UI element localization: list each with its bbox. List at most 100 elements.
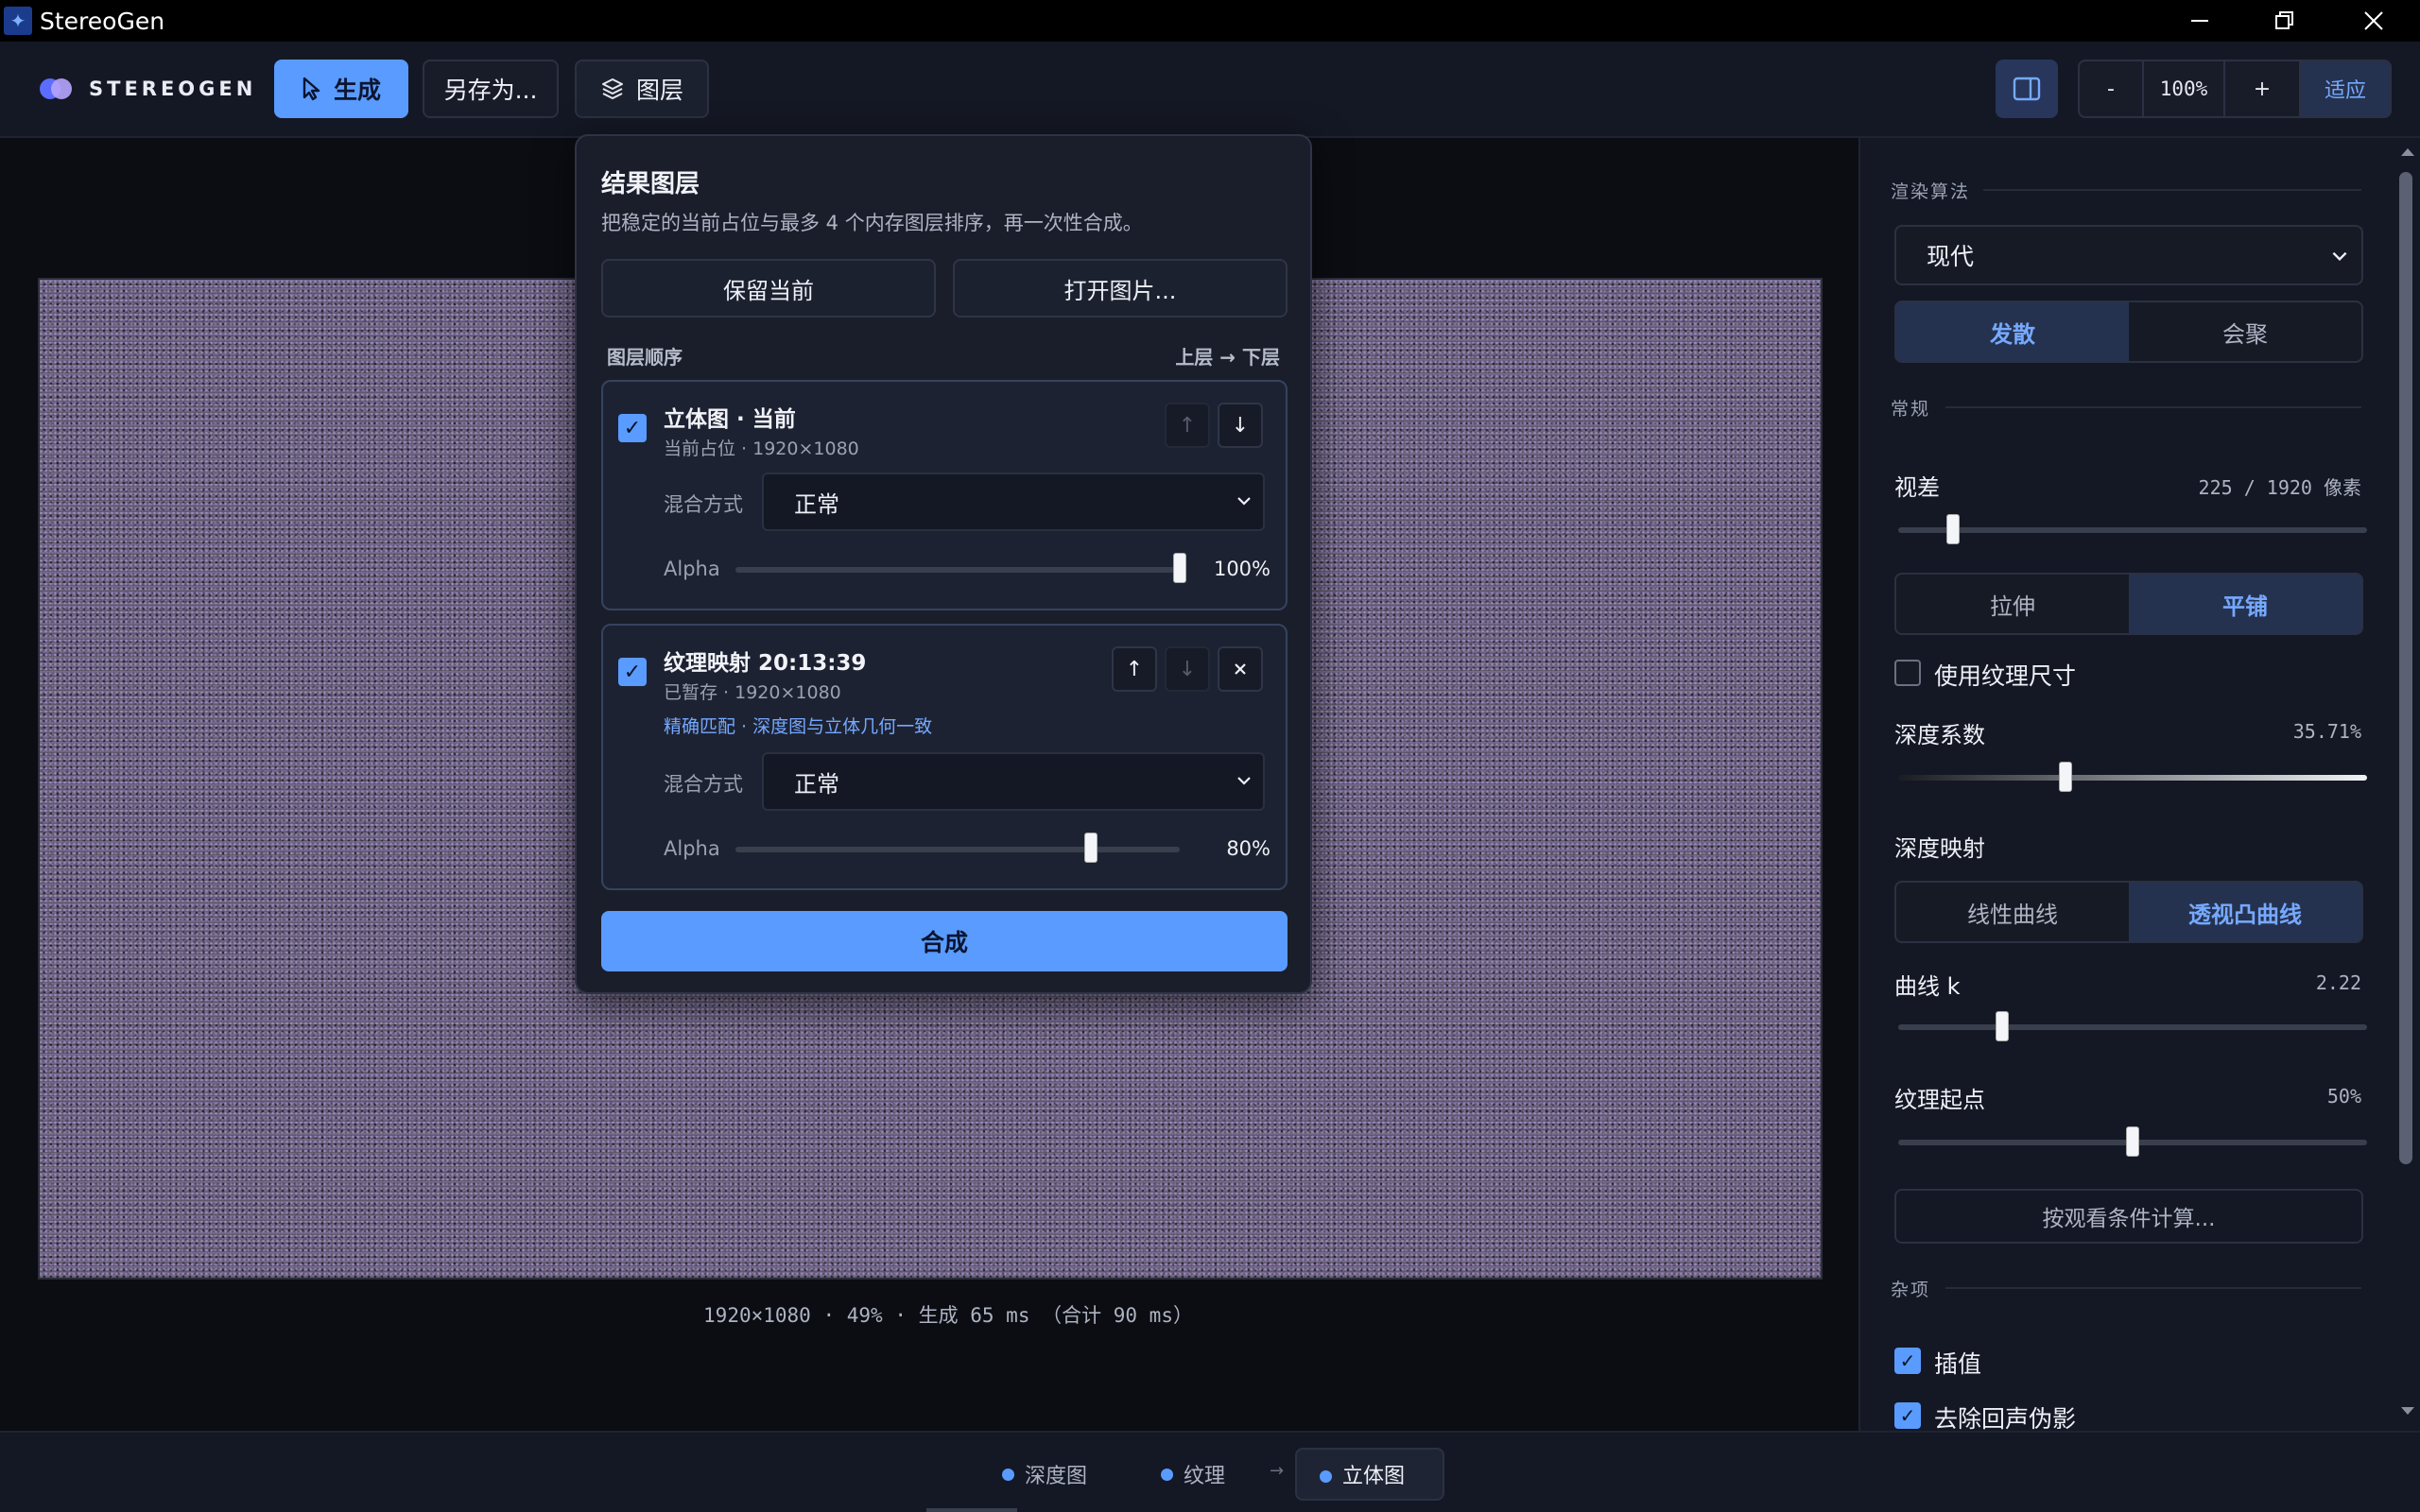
chevron-down-icon xyxy=(1237,497,1251,506)
compose-button[interactable]: 合成 xyxy=(601,911,1288,971)
parallax-slider-track[interactable] xyxy=(1898,527,2367,533)
alpha-slider-track[interactable] xyxy=(735,567,1180,573)
algorithm-value: 现代 xyxy=(1927,243,1975,270)
restore-button[interactable] xyxy=(2242,0,2327,42)
curve-k-label: 曲线 k xyxy=(1894,973,1961,1000)
layer-order-label: 图层顺序 xyxy=(607,346,683,369)
open-image-button[interactable]: 打开图片... xyxy=(953,259,1288,318)
parallax-label: 视差 xyxy=(1894,474,1940,501)
interpolate-label: 插值 xyxy=(1934,1350,1982,1378)
alpha-value: 100% xyxy=(1213,558,1270,580)
depth-factor-slider-thumb[interactable] xyxy=(2059,762,2073,792)
cursor-icon xyxy=(302,77,320,101)
compute-viewing-button[interactable]: 按观看条件计算... xyxy=(1894,1189,2363,1244)
save-as-button[interactable]: 另存为... xyxy=(423,60,559,118)
brand-name: STEREOGEN xyxy=(89,77,257,100)
tab-stereogram[interactable]: 立体图 xyxy=(1295,1448,1444,1501)
tab-depth-map[interactable]: 深度图 xyxy=(979,1448,1121,1501)
interpolate-checkbox[interactable]: ✓ xyxy=(1894,1348,1921,1374)
alpha-label: Alpha xyxy=(664,558,720,580)
brand-logo-icon xyxy=(40,78,72,99)
depth-curve-toggle: 线性曲线 透视凸曲线 xyxy=(1894,881,2363,943)
window-title: StereoGen xyxy=(40,7,165,35)
parallax-slider-thumb[interactable] xyxy=(1946,514,1961,544)
sidebar-toggle-button[interactable] xyxy=(1996,60,2058,118)
layer-card: ✓ 立体图 · 当前 当前占位 · 1920×1080 ↑ ↓ 混合方式 正常 … xyxy=(601,380,1288,610)
texture-origin-label: 纹理起点 xyxy=(1894,1087,1985,1113)
minimize-button[interactable] xyxy=(2157,0,2242,42)
view-mode-toggle: 发散 会聚 xyxy=(1894,301,2363,363)
curve-k-slider-track[interactable] xyxy=(1898,1024,2367,1030)
fill-stretch-option[interactable]: 拉伸 xyxy=(1896,575,2129,633)
layers-label: 图层 xyxy=(635,77,683,104)
use-texture-size-checkbox[interactable] xyxy=(1894,660,1921,686)
layers-button[interactable]: 图层 xyxy=(575,60,709,118)
curve-perspective-option[interactable]: 透视凸曲线 xyxy=(2129,883,2361,941)
generate-label: 生成 xyxy=(333,77,381,104)
remove-layer-button[interactable] xyxy=(1218,646,1263,692)
texture-origin-value: 50% xyxy=(2326,1085,2361,1108)
layer-name: 纹理映射 20:13:39 xyxy=(664,651,867,676)
algorithm-select[interactable]: 现代 xyxy=(1894,225,2363,285)
close-button[interactable] xyxy=(2331,0,2416,42)
section-render-title: 渲染算法 xyxy=(1891,181,1971,202)
close-icon xyxy=(1235,663,1246,675)
move-down-button[interactable]: ↓ xyxy=(1218,403,1263,448)
sidebar-panel-icon xyxy=(2013,77,2041,101)
depth-factor-slider-track[interactable] xyxy=(1898,775,2367,781)
blend-mode-value: 正常 xyxy=(794,490,839,518)
fill-tile-option[interactable]: 平铺 xyxy=(2129,575,2361,633)
toolbar: STEREOGEN 生成 另存为... 图层 - 100% + 适应 xyxy=(0,42,2420,138)
depth-map-label: 深度映射 xyxy=(1894,835,1985,862)
zoom-in-button[interactable]: + xyxy=(2225,61,2301,116)
status-dot-icon xyxy=(1161,1469,1173,1481)
chevron-down-icon xyxy=(1237,777,1251,785)
zoom-controls: - 100% + 适应 xyxy=(2078,60,2392,118)
generate-button[interactable]: 生成 xyxy=(274,60,408,118)
tab-texture[interactable]: 纹理 xyxy=(1138,1448,1252,1501)
move-up-button[interactable]: ↑ xyxy=(1165,403,1210,448)
bottom-indicator xyxy=(926,1508,1017,1512)
move-down-button[interactable]: ↓ xyxy=(1165,646,1210,692)
blend-mode-label: 混合方式 xyxy=(664,773,743,796)
curve-linear-option[interactable]: 线性曲线 xyxy=(1896,883,2129,941)
mode-divergent-option[interactable]: 发散 xyxy=(1896,302,2129,361)
alpha-label: Alpha xyxy=(664,837,720,860)
keep-current-button[interactable]: 保留当前 xyxy=(601,259,936,318)
layers-icon xyxy=(601,78,623,99)
layer-visible-checkbox[interactable]: ✓ xyxy=(618,658,647,686)
texture-origin-slider-thumb[interactable] xyxy=(2126,1126,2139,1157)
mode-convergent-option[interactable]: 会聚 xyxy=(2129,302,2361,361)
alpha-slider-thumb[interactable] xyxy=(1173,553,1186,583)
fill-mode-toggle: 拉伸 平铺 xyxy=(1894,573,2363,635)
parallax-value: 225 / 1920 像素 xyxy=(2198,476,2361,499)
blend-mode-label: 混合方式 xyxy=(664,493,743,516)
chevron-down-icon xyxy=(2332,251,2347,262)
fit-button[interactable]: 适应 xyxy=(2301,61,2390,116)
move-up-button[interactable]: ↑ xyxy=(1112,646,1157,692)
popover-title: 结果图层 xyxy=(601,170,700,198)
blend-mode-select[interactable]: 正常 xyxy=(762,472,1265,531)
section-misc-title: 杂项 xyxy=(1891,1280,1931,1300)
blend-mode-select[interactable]: 正常 xyxy=(762,752,1265,811)
settings-sidebar: 渲染算法 现代 发散 会聚 常规 视差 225 / 1920 像素 拉伸 平铺 … xyxy=(1858,138,2420,1433)
tab-stereogram-label: 立体图 xyxy=(1342,1465,1406,1488)
layer-match-info[interactable]: 精确匹配 · 深度图与立体几何一致 xyxy=(664,713,932,738)
sidebar-scrollbar-thumb[interactable] xyxy=(2399,172,2412,1164)
scroll-up-icon[interactable] xyxy=(2399,146,2416,159)
layer-name: 立体图 · 当前 xyxy=(664,407,796,432)
app-icon: ✦ xyxy=(4,7,32,35)
alpha-value: 80% xyxy=(1226,837,1270,860)
remove-echo-checkbox[interactable]: ✓ xyxy=(1894,1402,1921,1429)
layer-order-hint: 上层 → 下层 xyxy=(1175,346,1280,369)
pipeline-arrow: → xyxy=(1270,1461,1285,1481)
scroll-down-icon[interactable] xyxy=(2399,1404,2416,1418)
zoom-out-button[interactable]: - xyxy=(2080,61,2144,116)
render-status: 1920×1080 · 49% · 生成 65 ms （合计 90 ms） xyxy=(703,1304,1193,1327)
alpha-slider-track[interactable] xyxy=(735,847,1180,852)
layer-visible-checkbox[interactable]: ✓ xyxy=(618,414,647,442)
alpha-slider-thumb[interactable] xyxy=(1084,833,1098,863)
depth-factor-label: 深度系数 xyxy=(1894,722,1985,748)
curve-k-slider-thumb[interactable] xyxy=(1996,1011,2010,1041)
tab-texture-label: 纹理 xyxy=(1184,1465,1226,1488)
